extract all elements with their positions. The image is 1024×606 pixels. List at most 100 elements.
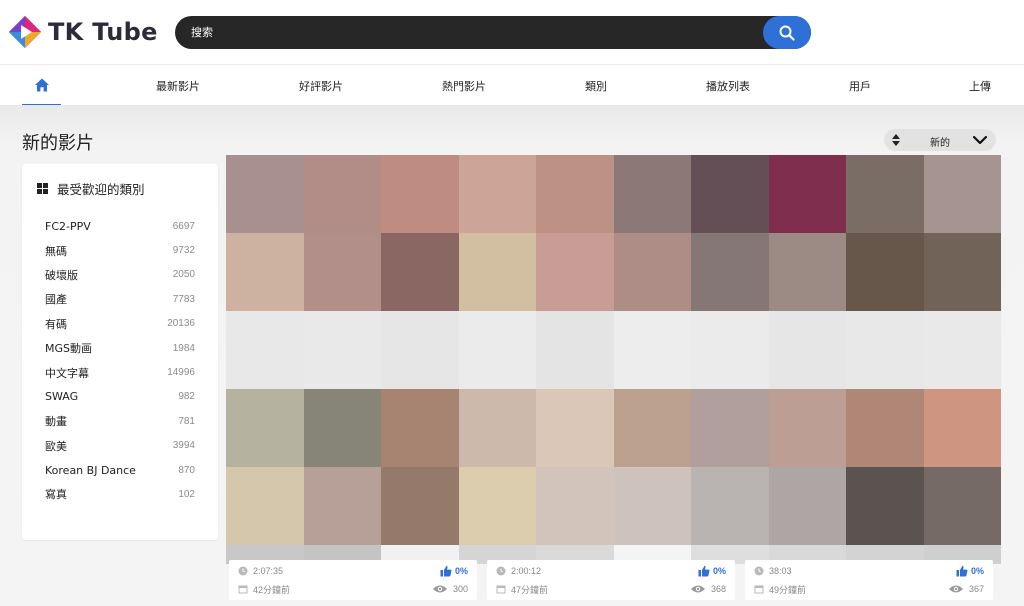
category-count: 1984 — [172, 342, 195, 354]
search-button[interactable] — [763, 16, 811, 49]
main-content: 新的影片 新的 最受歡迎的類別 FC2-PPV 6697 無碼 9732 破壞版 20… — [0, 105, 1024, 606]
category-name: 寫真 — [45, 488, 67, 502]
category-item[interactable]: 中文字幕 14996 — [45, 360, 195, 384]
category-count: 102 — [178, 488, 195, 500]
home-icon — [34, 78, 49, 91]
search-icon — [779, 25, 795, 41]
mosaic-tile — [458, 467, 536, 545]
mosaic-tile — [691, 467, 769, 545]
category-name: 有碼 — [45, 317, 67, 331]
category-name: Korean BJ Dance — [45, 463, 136, 477]
mosaic-tile — [226, 467, 304, 545]
grid-icon — [37, 182, 48, 194]
mosaic-tile — [226, 311, 304, 389]
clock-icon — [496, 566, 506, 576]
video-like-percent: 0% — [970, 566, 984, 576]
nav-home[interactable] — [22, 65, 61, 106]
logo-icon — [9, 16, 41, 48]
age-row: 42分鐘前 — [238, 582, 290, 596]
category-name: 無碼 — [45, 244, 67, 258]
category-item[interactable]: SWAG 982 — [45, 385, 195, 409]
nav-categories[interactable]: 類別 — [568, 65, 624, 106]
mosaic-tile — [226, 155, 304, 233]
category-item[interactable]: Korean BJ Dance 870 — [45, 458, 195, 482]
mosaic-tile — [846, 467, 924, 545]
video-age: 42分鐘前 — [253, 584, 291, 595]
category-item[interactable]: 寫真 102 — [45, 482, 195, 506]
search-input[interactable] — [191, 16, 751, 49]
category-item[interactable]: 有碼 20136 — [45, 312, 195, 336]
category-item[interactable]: 國產 7783 — [45, 287, 195, 311]
video-card[interactable]: 38:03 49分鐘前 0% 367 — [745, 560, 993, 600]
mosaic-tile — [303, 389, 381, 467]
mosaic-tile — [458, 311, 536, 389]
mosaic-tile — [923, 389, 1001, 467]
mosaic-tile — [381, 311, 459, 389]
video-card[interactable]: 2:00:12 47分鐘前 0% 368 — [487, 560, 735, 600]
likes-row: 0% — [440, 564, 468, 578]
category-name: MGS動画 — [45, 342, 92, 356]
video-age: 47分鐘前 — [511, 584, 549, 595]
mosaic-tile — [458, 155, 536, 233]
sidebar-title: 最受歡迎的類別 — [57, 181, 145, 197]
brand-name: TK Tube — [48, 18, 158, 46]
mosaic-tile — [768, 467, 846, 545]
category-item[interactable]: 動畫 781 — [45, 409, 195, 433]
sort-dropdown[interactable]: 新的 — [884, 129, 996, 151]
category-name: SWAG — [45, 390, 79, 404]
nav-playlists[interactable]: 播放列表 — [690, 65, 766, 106]
thumbs-up-icon — [956, 565, 968, 577]
category-name: 中文字幕 — [45, 366, 89, 380]
category-item[interactable]: 破壞版 2050 — [45, 263, 195, 287]
nav-top-rated[interactable]: 好評影片 — [283, 65, 359, 106]
mosaic-tile — [768, 311, 846, 389]
site-logo[interactable]: TK Tube — [8, 14, 158, 50]
category-item[interactable]: 歐美 3994 — [45, 434, 195, 458]
mosaic-tile — [536, 155, 614, 233]
category-count: 14996 — [167, 367, 195, 379]
mosaic-tile — [536, 311, 614, 389]
mosaic-tile — [381, 389, 459, 467]
nav-users[interactable]: 用戶 — [832, 65, 888, 106]
category-count: 6697 — [172, 220, 195, 232]
thumbs-up-icon — [698, 565, 710, 577]
category-list: FC2-PPV 6697 無碼 9732 破壞版 2050 國產 7783 有碼 2013… — [45, 214, 195, 507]
mosaic-tile — [303, 311, 381, 389]
category-count: 7783 — [172, 293, 195, 305]
video-duration: 38:03 — [769, 566, 792, 576]
search-bar — [175, 16, 811, 49]
mosaic-tile — [691, 233, 769, 311]
mosaic-tile — [303, 233, 381, 311]
mosaic-tile — [303, 155, 381, 233]
category-count: 3994 — [172, 440, 195, 452]
mosaic-tile — [768, 233, 846, 311]
clock-icon — [238, 566, 248, 576]
mosaic-tile — [768, 155, 846, 233]
calendar-icon — [754, 585, 764, 594]
video-views: 367 — [968, 584, 984, 594]
video-age: 49分鐘前 — [769, 584, 807, 595]
duration-row: 2:07:35 — [238, 564, 283, 578]
category-count: 9732 — [172, 245, 195, 257]
video-like-percent: 0% — [712, 566, 726, 576]
mosaic-tile — [226, 233, 304, 311]
nav-latest-videos[interactable]: 最新影片 — [140, 65, 216, 106]
category-item[interactable]: 無碼 9732 — [45, 238, 195, 262]
category-item[interactable]: MGS動画 1984 — [45, 336, 195, 360]
nav-popular[interactable]: 熱門影片 — [426, 65, 502, 106]
nav-upload[interactable]: 上傳 — [952, 65, 1008, 106]
age-row: 47分鐘前 — [496, 582, 548, 596]
video-card[interactable]: 2:07:35 42分鐘前 0% 300 — [229, 560, 477, 600]
category-item[interactable]: FC2-PPV 6697 — [45, 214, 195, 238]
duration-row: 2:00:12 — [496, 564, 541, 578]
page-title: 新的影片 — [22, 133, 94, 154]
video-duration: 2:00:12 — [511, 566, 542, 576]
video-thumbnail-mosaic[interactable] — [226, 155, 1001, 564]
site-header: TK Tube — [0, 0, 1024, 64]
views-row: 367 — [948, 582, 984, 596]
likes-row: 0% — [956, 564, 984, 578]
mosaic-tile — [536, 467, 614, 545]
clock-icon — [754, 566, 764, 576]
mosaic-tile — [458, 233, 536, 311]
mosaic-tile — [691, 311, 769, 389]
